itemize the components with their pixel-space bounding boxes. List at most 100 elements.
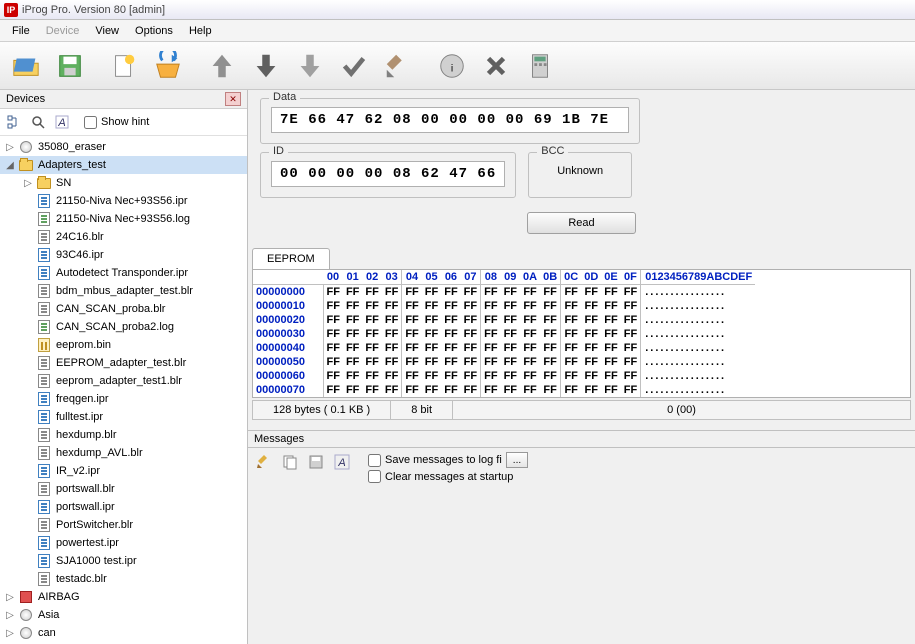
toolbar-down-icon[interactable] — [246, 46, 286, 86]
expander-icon[interactable]: ▷ — [4, 628, 16, 639]
tree-item[interactable]: testadc.blr — [0, 570, 247, 588]
file-icon — [36, 445, 52, 461]
tree-item[interactable]: 24C16.blr — [0, 228, 247, 246]
tree-item[interactable]: ▷ SN — [0, 174, 247, 192]
toolbar-brush-icon[interactable] — [378, 46, 418, 86]
menu-device[interactable]: Device — [38, 22, 88, 40]
tree-item-label: portswall.ipr — [54, 501, 115, 513]
toolbar-save-icon[interactable] — [50, 46, 90, 86]
font-icon[interactable]: A — [52, 112, 72, 132]
titlebar: IP iProg Pro. Version 80 [admin] — [0, 0, 915, 20]
tab-eeprom[interactable]: EEPROM — [252, 248, 330, 269]
devices-panel: Devices ✕ A Show hint ▷ 35080_eraser ◢Adap… — [0, 90, 248, 644]
menu-options[interactable]: Options — [127, 22, 181, 40]
tree-item[interactable]: ◢Adapters_test — [0, 156, 247, 174]
toolbar-up-icon[interactable] — [202, 46, 242, 86]
tree-item[interactable]: eeprom_adapter_test1.blr — [0, 372, 247, 390]
tree-item[interactable]: hexdump_AVL.blr — [0, 444, 247, 462]
folder-icon — [36, 175, 52, 191]
tree-view-icon[interactable] — [4, 112, 24, 132]
tree-item[interactable]: portswall.blr — [0, 480, 247, 498]
tree-item[interactable]: eeprom.bin — [0, 336, 247, 354]
menu-file[interactable]: File — [4, 22, 38, 40]
svg-text:A: A — [57, 117, 65, 129]
tree-item[interactable]: portswall.ipr — [0, 498, 247, 516]
save-msg-icon[interactable] — [306, 452, 326, 472]
status-size: 128 bytes ( 0.1 KB ) — [253, 401, 391, 419]
browse-button[interactable]: ... — [506, 452, 528, 468]
file-icon — [36, 499, 52, 515]
file-icon — [36, 553, 52, 569]
menu-help[interactable]: Help — [181, 22, 220, 40]
devices-tree[interactable]: ▷ 35080_eraser ◢Adapters_test ▷ SN 21150-Niva… — [0, 136, 247, 644]
tree-item[interactable]: fulltest.ipr — [0, 408, 247, 426]
data-value[interactable]: 7E 66 47 62 08 00 00 00 00 69 1B 7E — [271, 107, 629, 133]
tree-item-label: freqgen.ipr — [54, 393, 109, 405]
toolbar: i — [0, 42, 915, 90]
toolbar-down2-icon[interactable] — [290, 46, 330, 86]
file-icon — [36, 355, 52, 371]
toolbar-close-icon[interactable] — [476, 46, 516, 86]
tree-item[interactable]: 21150-Niva Nec+93S56.log — [0, 210, 247, 228]
tree-item[interactable]: ▷Asia — [0, 606, 247, 624]
clear-startup-checkbox[interactable]: Clear messages at startup — [368, 470, 528, 483]
tree-item[interactable]: hexdump.blr — [0, 426, 247, 444]
read-button[interactable]: Read — [527, 212, 635, 234]
tree-item-label: SN — [54, 177, 71, 189]
toolbar-check-icon[interactable] — [334, 46, 374, 86]
save-log-checkbox[interactable]: Save messages to log fi ... — [368, 452, 528, 468]
toolbar-info-icon[interactable]: i — [432, 46, 472, 86]
devices-close-icon[interactable]: ✕ — [225, 92, 241, 106]
tree-item[interactable]: bdm_mbus_adapter_test.blr — [0, 282, 247, 300]
file-icon — [36, 427, 52, 443]
menu-view[interactable]: View — [87, 22, 127, 40]
tree-item[interactable]: EEPROM_adapter_test.blr — [0, 354, 247, 372]
show-hint-checkbox[interactable]: Show hint — [84, 116, 149, 129]
file-icon — [36, 301, 52, 317]
hex-status: 128 bytes ( 0.1 KB ) 8 bit 0 (00) — [252, 400, 911, 420]
expander-icon[interactable]: ▷ — [4, 142, 16, 153]
toolbar-new-icon[interactable] — [104, 46, 144, 86]
hex-viewer[interactable]: 000102030405060708090A0B0C0D0E0F01234567… — [252, 269, 911, 398]
expander-icon[interactable]: ▷ — [4, 592, 16, 603]
tree-item-label: 93C46.ipr — [54, 249, 104, 261]
tree-item[interactable]: 21150-Niva Nec+93S56.ipr — [0, 192, 247, 210]
id-value[interactable]: 00 00 00 00 08 62 47 66 — [271, 161, 505, 187]
toolbar-open-icon[interactable] — [6, 46, 46, 86]
tree-item-label: 35080_eraser — [36, 141, 106, 153]
search-icon[interactable] — [28, 112, 48, 132]
devices-title: Devices — [6, 93, 45, 105]
toolbar-calc-icon[interactable] — [520, 46, 560, 86]
tree-item[interactable]: PortSwitcher.blr — [0, 516, 247, 534]
tree-item[interactable]: ▷AIRBAG — [0, 588, 247, 606]
tree-item[interactable]: 93C46.ipr — [0, 246, 247, 264]
tree-item-label: PortSwitcher.blr — [54, 519, 133, 531]
tree-item[interactable]: CAN_SCAN_proba.blr — [0, 300, 247, 318]
tree-item[interactable]: SJA1000 test.ipr — [0, 552, 247, 570]
svg-text:A: A — [337, 457, 345, 469]
copy-icon[interactable] — [280, 452, 300, 472]
tree-item-label: portswall.blr — [54, 483, 115, 495]
font-msg-icon[interactable]: A — [332, 452, 352, 472]
tree-item[interactable]: ▷ 35080_eraser — [0, 138, 247, 156]
tree-item[interactable]: CAN_SCAN_proba2.log — [0, 318, 247, 336]
bcc-legend: BCC — [537, 145, 568, 157]
file-icon — [36, 517, 52, 533]
tree-item[interactable]: IR_v2.ipr — [0, 462, 247, 480]
id-legend: ID — [269, 145, 288, 157]
tree-item-label: eeprom.bin — [54, 339, 111, 351]
toolbar-refresh-icon[interactable] — [148, 46, 188, 86]
expander-icon[interactable]: ▷ — [4, 610, 16, 621]
broom-icon[interactable] — [254, 452, 274, 472]
tree-item[interactable]: freqgen.ipr — [0, 390, 247, 408]
folder-icon — [18, 157, 34, 173]
messages-title: Messages — [254, 433, 304, 445]
file-icon — [36, 481, 52, 497]
expander-icon[interactable]: ◢ — [4, 160, 16, 171]
tree-item-label: EEPROM_adapter_test.blr — [54, 357, 186, 369]
tree-item[interactable]: powertest.ipr — [0, 534, 247, 552]
tree-item-label: CAN_SCAN_proba2.log — [54, 321, 174, 333]
expander-icon[interactable]: ▷ — [22, 178, 34, 189]
tree-item[interactable]: Autodetect Transponder.ipr — [0, 264, 247, 282]
tree-item[interactable]: ▷can — [0, 624, 247, 642]
